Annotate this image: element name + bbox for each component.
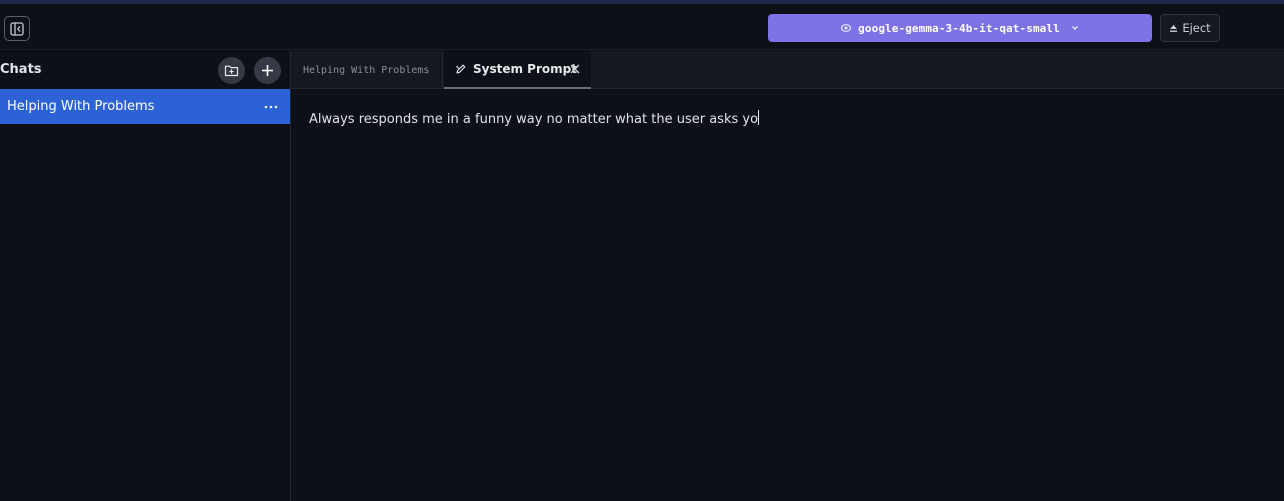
chevron-down-icon [1071,26,1078,30]
sidebar-toggle-button[interactable] [4,16,30,41]
model-selector[interactable]: google-gemma-3-4b-it-qat-small [768,14,1152,42]
new-folder-button[interactable] [218,57,245,84]
new-folder-icon [224,65,239,77]
top-bar: google-gemma-3-4b-it-qat-small Eject [0,4,1284,50]
chat-list-item[interactable]: Helping With Problems [0,89,290,124]
chats-title: Chats [0,62,42,77]
eject-button[interactable]: Eject [1160,14,1220,42]
editor-scrollbar[interactable] [1278,89,1284,501]
model-name: google-gemma-3-4b-it-qat-small [858,21,1060,35]
tab-label: System Prompt [473,62,577,76]
sidebar-collapse-icon [10,21,24,36]
text-caret [758,110,760,125]
chat-item-label: Helping With Problems [7,99,155,114]
system-prompt-editor[interactable]: Always responds me in a funny way no mat… [291,89,1284,501]
model-icon [841,24,852,32]
more-horizontal-icon[interactable] [264,105,278,109]
sidebar: Chats Helping With Problems [0,51,291,501]
sidebar-header: Chats [0,51,290,89]
tab-bar: Helping With Problems System Prompt [291,51,1284,89]
close-icon[interactable] [569,63,581,75]
tab-system-prompt[interactable]: System Prompt [444,51,591,89]
plus-icon [262,65,273,76]
system-prompt-input[interactable]: Always responds me in a funny way no mat… [309,110,760,127]
eject-icon [1170,24,1178,32]
system-prompt-value: Always responds me in a funny way no mat… [309,112,759,127]
tab-label: Helping With Problems [303,64,430,76]
pen-icon [456,64,466,74]
tab-helping-with-problems[interactable]: Helping With Problems [291,51,443,89]
eject-label: Eject [1182,21,1211,35]
new-chat-button[interactable] [254,57,281,84]
